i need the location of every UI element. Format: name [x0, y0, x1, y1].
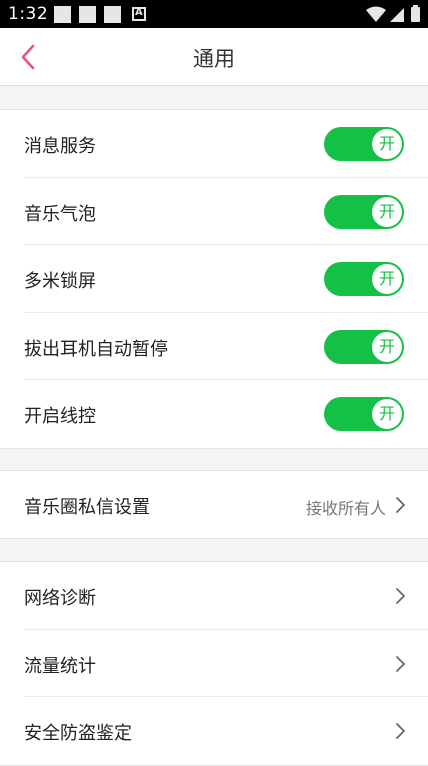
- toggle-knob: 开: [372, 196, 402, 227]
- setting-message-service: 消息服务 开: [24, 110, 428, 178]
- toggle-knob: 开: [372, 264, 402, 294]
- toggle-state: 开: [378, 201, 395, 221]
- tools-group: 网络诊断 流量统计 安全防盗鉴定: [0, 561, 428, 766]
- setting-lock-screen: 多米锁屏 开: [24, 245, 428, 313]
- music-bubble-toggle[interactable]: 开: [324, 194, 404, 229]
- toggle-knob: 开: [372, 129, 402, 159]
- signal-icon: [390, 8, 404, 22]
- chevron-right-icon: [396, 497, 405, 513]
- setting-wire-control: 开启线控 开: [24, 380, 428, 448]
- setting-label: 消息服务: [24, 136, 96, 157]
- toggle-state: 开: [378, 269, 395, 288]
- toggle-knob: 开: [372, 331, 402, 362]
- setting-label: 拔出耳机自动暂停: [24, 338, 168, 360]
- setting-label: 开启线控: [24, 406, 96, 427]
- notification-icon: [104, 6, 121, 23]
- status-bar: 1:32 A: [0, 0, 428, 28]
- wifi-icon: [366, 6, 386, 22]
- message-service-toggle[interactable]: 开: [324, 127, 404, 161]
- headphone-pause-toggle[interactable]: 开: [324, 329, 404, 364]
- app-bar: 通用: [0, 28, 428, 86]
- setting-label: 安全防盗鉴定: [24, 723, 132, 744]
- notification-icon: [54, 6, 71, 23]
- battery-icon: [411, 7, 420, 22]
- notification-icon: [79, 6, 96, 23]
- setting-label: 音乐气泡: [24, 203, 96, 225]
- setting-headphone-pause: 拔出耳机自动暂停 开: [24, 313, 428, 380]
- chevron-right-icon: [396, 655, 405, 672]
- data-usage-row[interactable]: 流量统计: [24, 630, 428, 697]
- status-time: 1:32: [8, 4, 49, 24]
- setting-label: 流量统计: [24, 655, 96, 677]
- toggle-knob: 开: [372, 399, 402, 429]
- setting-music-bubble: 音乐气泡 开: [24, 178, 428, 245]
- setting-label: 音乐圈私信设置: [24, 497, 150, 518]
- toggle-settings-group: 消息服务 开 音乐气泡 开 多米锁屏 开 拔出耳机自动暂停 开 开启线控 开: [0, 109, 428, 449]
- chevron-right-icon: [396, 588, 405, 604]
- page-title: 通用: [193, 47, 235, 71]
- lock-screen-toggle[interactable]: 开: [324, 262, 404, 296]
- wire-control-toggle[interactable]: 开: [324, 397, 404, 431]
- toggle-state: 开: [378, 134, 395, 153]
- setting-label: 多米锁屏: [24, 271, 96, 292]
- chevron-right-icon: [396, 723, 405, 739]
- toggle-state: 开: [378, 336, 395, 356]
- setting-label: 网络诊断: [24, 588, 96, 609]
- toggle-state: 开: [378, 404, 395, 423]
- setting-value: 接收所有人: [305, 499, 386, 518]
- setting-private-message[interactable]: 音乐圈私信设置 接收所有人: [24, 471, 428, 538]
- security-check-row[interactable]: 安全防盗鉴定: [24, 697, 428, 765]
- notification-a-icon: A: [132, 7, 146, 21]
- network-diagnosis-row[interactable]: 网络诊断: [24, 562, 428, 630]
- status-icons: [366, 5, 420, 22]
- message-settings-group: 音乐圈私信设置 接收所有人: [0, 470, 428, 539]
